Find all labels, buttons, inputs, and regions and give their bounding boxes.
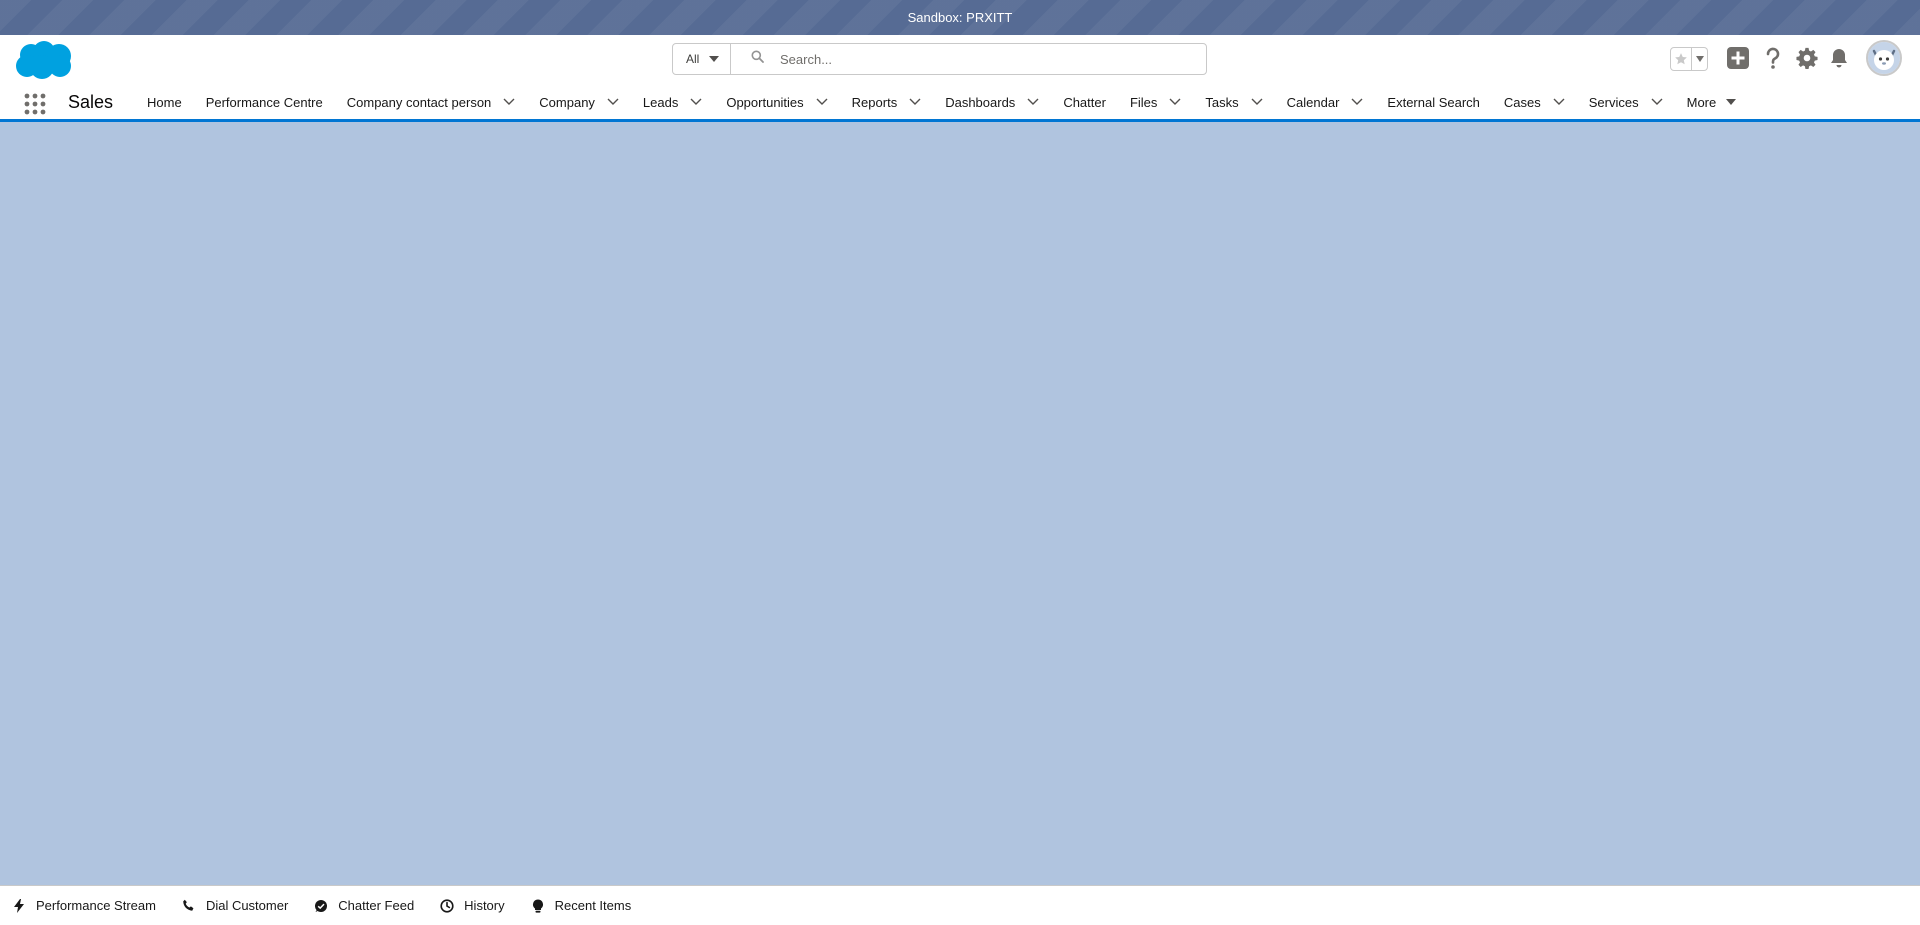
nav-more-label: More bbox=[1686, 94, 1717, 110]
utility-item-chatter-feed[interactable]: Chatter Feed bbox=[314, 898, 414, 913]
nav-item-label: Company contact person bbox=[346, 94, 492, 110]
nav-item-home[interactable]: Home bbox=[135, 85, 194, 119]
global-add-icon[interactable] bbox=[1727, 47, 1749, 69]
setup-gear-icon[interactable] bbox=[1796, 47, 1818, 69]
notifications-bell-icon[interactable] bbox=[1829, 47, 1849, 69]
utility-item-recent-items[interactable]: Recent Items bbox=[531, 898, 632, 913]
caret-down-icon bbox=[709, 56, 720, 62]
sandbox-banner: Sandbox: PRXITT bbox=[0, 0, 1920, 35]
sandbox-label: Sandbox: PRXITT bbox=[907, 10, 1013, 25]
utility-item-performance-stream[interactable]: Performance Stream bbox=[12, 898, 156, 913]
nav-items: Home Performance Centre Company contact pe… bbox=[135, 85, 1748, 119]
nav-item-files[interactable]: Files bbox=[1118, 85, 1193, 119]
utility-item-history[interactable]: History bbox=[440, 898, 505, 913]
nav-item-label: Performance Centre bbox=[205, 94, 323, 110]
utility-item-label: Chatter Feed bbox=[338, 898, 415, 913]
phone-icon bbox=[182, 899, 196, 913]
lightbulb-icon bbox=[531, 899, 545, 913]
nav-item-label: External Search bbox=[1387, 94, 1480, 110]
nav-item-dashboards[interactable]: Dashboards bbox=[933, 85, 1051, 119]
chevron-down-icon[interactable] bbox=[503, 98, 515, 106]
chevron-down-icon[interactable] bbox=[816, 98, 828, 106]
utility-bar: Performance Stream Dial Customer Chatter F… bbox=[0, 885, 1920, 925]
chevron-down-icon[interactable] bbox=[1027, 98, 1039, 106]
chevron-down-icon[interactable] bbox=[909, 98, 921, 106]
utility-item-dial-customer[interactable]: Dial Customer bbox=[182, 898, 288, 913]
nav-more-button[interactable]: More bbox=[1675, 85, 1749, 119]
nav-item-label: Opportunities bbox=[726, 94, 804, 110]
nav-item-label: Services bbox=[1588, 94, 1639, 110]
clock-icon bbox=[440, 898, 454, 913]
app-navigation-bar: Sales Home Performance Centre Company cont… bbox=[0, 85, 1920, 122]
bolt-icon bbox=[12, 898, 26, 913]
search-icon bbox=[751, 50, 764, 68]
main-content-area bbox=[0, 122, 1920, 885]
chevron-down-icon[interactable] bbox=[607, 98, 619, 106]
utility-item-label: Recent Items bbox=[554, 898, 632, 913]
nav-item-reports[interactable]: Reports bbox=[840, 85, 934, 119]
search-scope-label: All bbox=[686, 52, 700, 66]
nav-item-external-search[interactable]: External Search bbox=[1375, 85, 1492, 119]
nav-item-label: Dashboards bbox=[945, 94, 1016, 110]
nav-item-chatter[interactable]: Chatter bbox=[1051, 85, 1118, 119]
global-search: All bbox=[672, 43, 1207, 75]
chevron-down-icon[interactable] bbox=[1351, 98, 1363, 106]
nav-item-label: Cases bbox=[1503, 94, 1541, 110]
chevron-down-icon[interactable] bbox=[1251, 98, 1263, 106]
global-header: All bbox=[0, 35, 1920, 85]
chevron-down-icon[interactable] bbox=[1553, 98, 1565, 106]
nav-item-company-contact-person[interactable]: Company contact person bbox=[335, 85, 528, 119]
nav-item-label: Leads bbox=[642, 94, 679, 110]
nav-item-label: Tasks bbox=[1205, 94, 1239, 110]
nav-item-opportunities[interactable]: Opportunities bbox=[714, 85, 839, 119]
nav-item-cases[interactable]: Cases bbox=[1492, 85, 1577, 119]
nav-item-label: Company bbox=[539, 94, 595, 110]
nav-item-services[interactable]: Services bbox=[1577, 85, 1675, 119]
nav-item-label: Home bbox=[147, 94, 182, 110]
nav-item-label: Calendar bbox=[1286, 94, 1340, 110]
salesforce-logo-icon[interactable] bbox=[15, 40, 74, 81]
chevron-down-icon[interactable] bbox=[1169, 98, 1181, 106]
utility-item-label: History bbox=[464, 898, 505, 913]
nav-item-label: Reports bbox=[851, 94, 898, 110]
favorites-star-icon[interactable] bbox=[1670, 47, 1692, 71]
app-name: Sales bbox=[68, 92, 114, 112]
caret-down-icon bbox=[1726, 99, 1737, 105]
chevron-down-icon[interactable] bbox=[1651, 98, 1663, 106]
utility-item-label: Dial Customer bbox=[205, 898, 289, 913]
utility-item-label: Performance Stream bbox=[36, 898, 156, 913]
nav-item-company[interactable]: Company bbox=[527, 85, 631, 119]
search-scope-select[interactable]: All bbox=[673, 44, 731, 74]
search-box bbox=[731, 44, 1206, 74]
user-avatar[interactable] bbox=[1866, 40, 1902, 76]
app-launcher-icon[interactable] bbox=[24, 93, 46, 115]
nav-item-leads[interactable]: Leads bbox=[631, 85, 714, 119]
nav-item-performance-centre[interactable]: Performance Centre bbox=[194, 85, 335, 119]
nav-item-tasks[interactable]: Tasks bbox=[1193, 85, 1274, 119]
favorites-group bbox=[1670, 47, 1708, 71]
help-icon[interactable] bbox=[1763, 47, 1783, 69]
nav-item-calendar[interactable]: Calendar bbox=[1275, 85, 1376, 119]
favorites-menu-icon[interactable] bbox=[1692, 47, 1708, 71]
search-input[interactable] bbox=[778, 50, 1206, 68]
chevron-down-icon[interactable] bbox=[690, 98, 702, 106]
nav-item-label: Files bbox=[1129, 94, 1158, 110]
nav-item-label: Chatter bbox=[1063, 94, 1106, 110]
chatter-icon bbox=[314, 899, 328, 913]
